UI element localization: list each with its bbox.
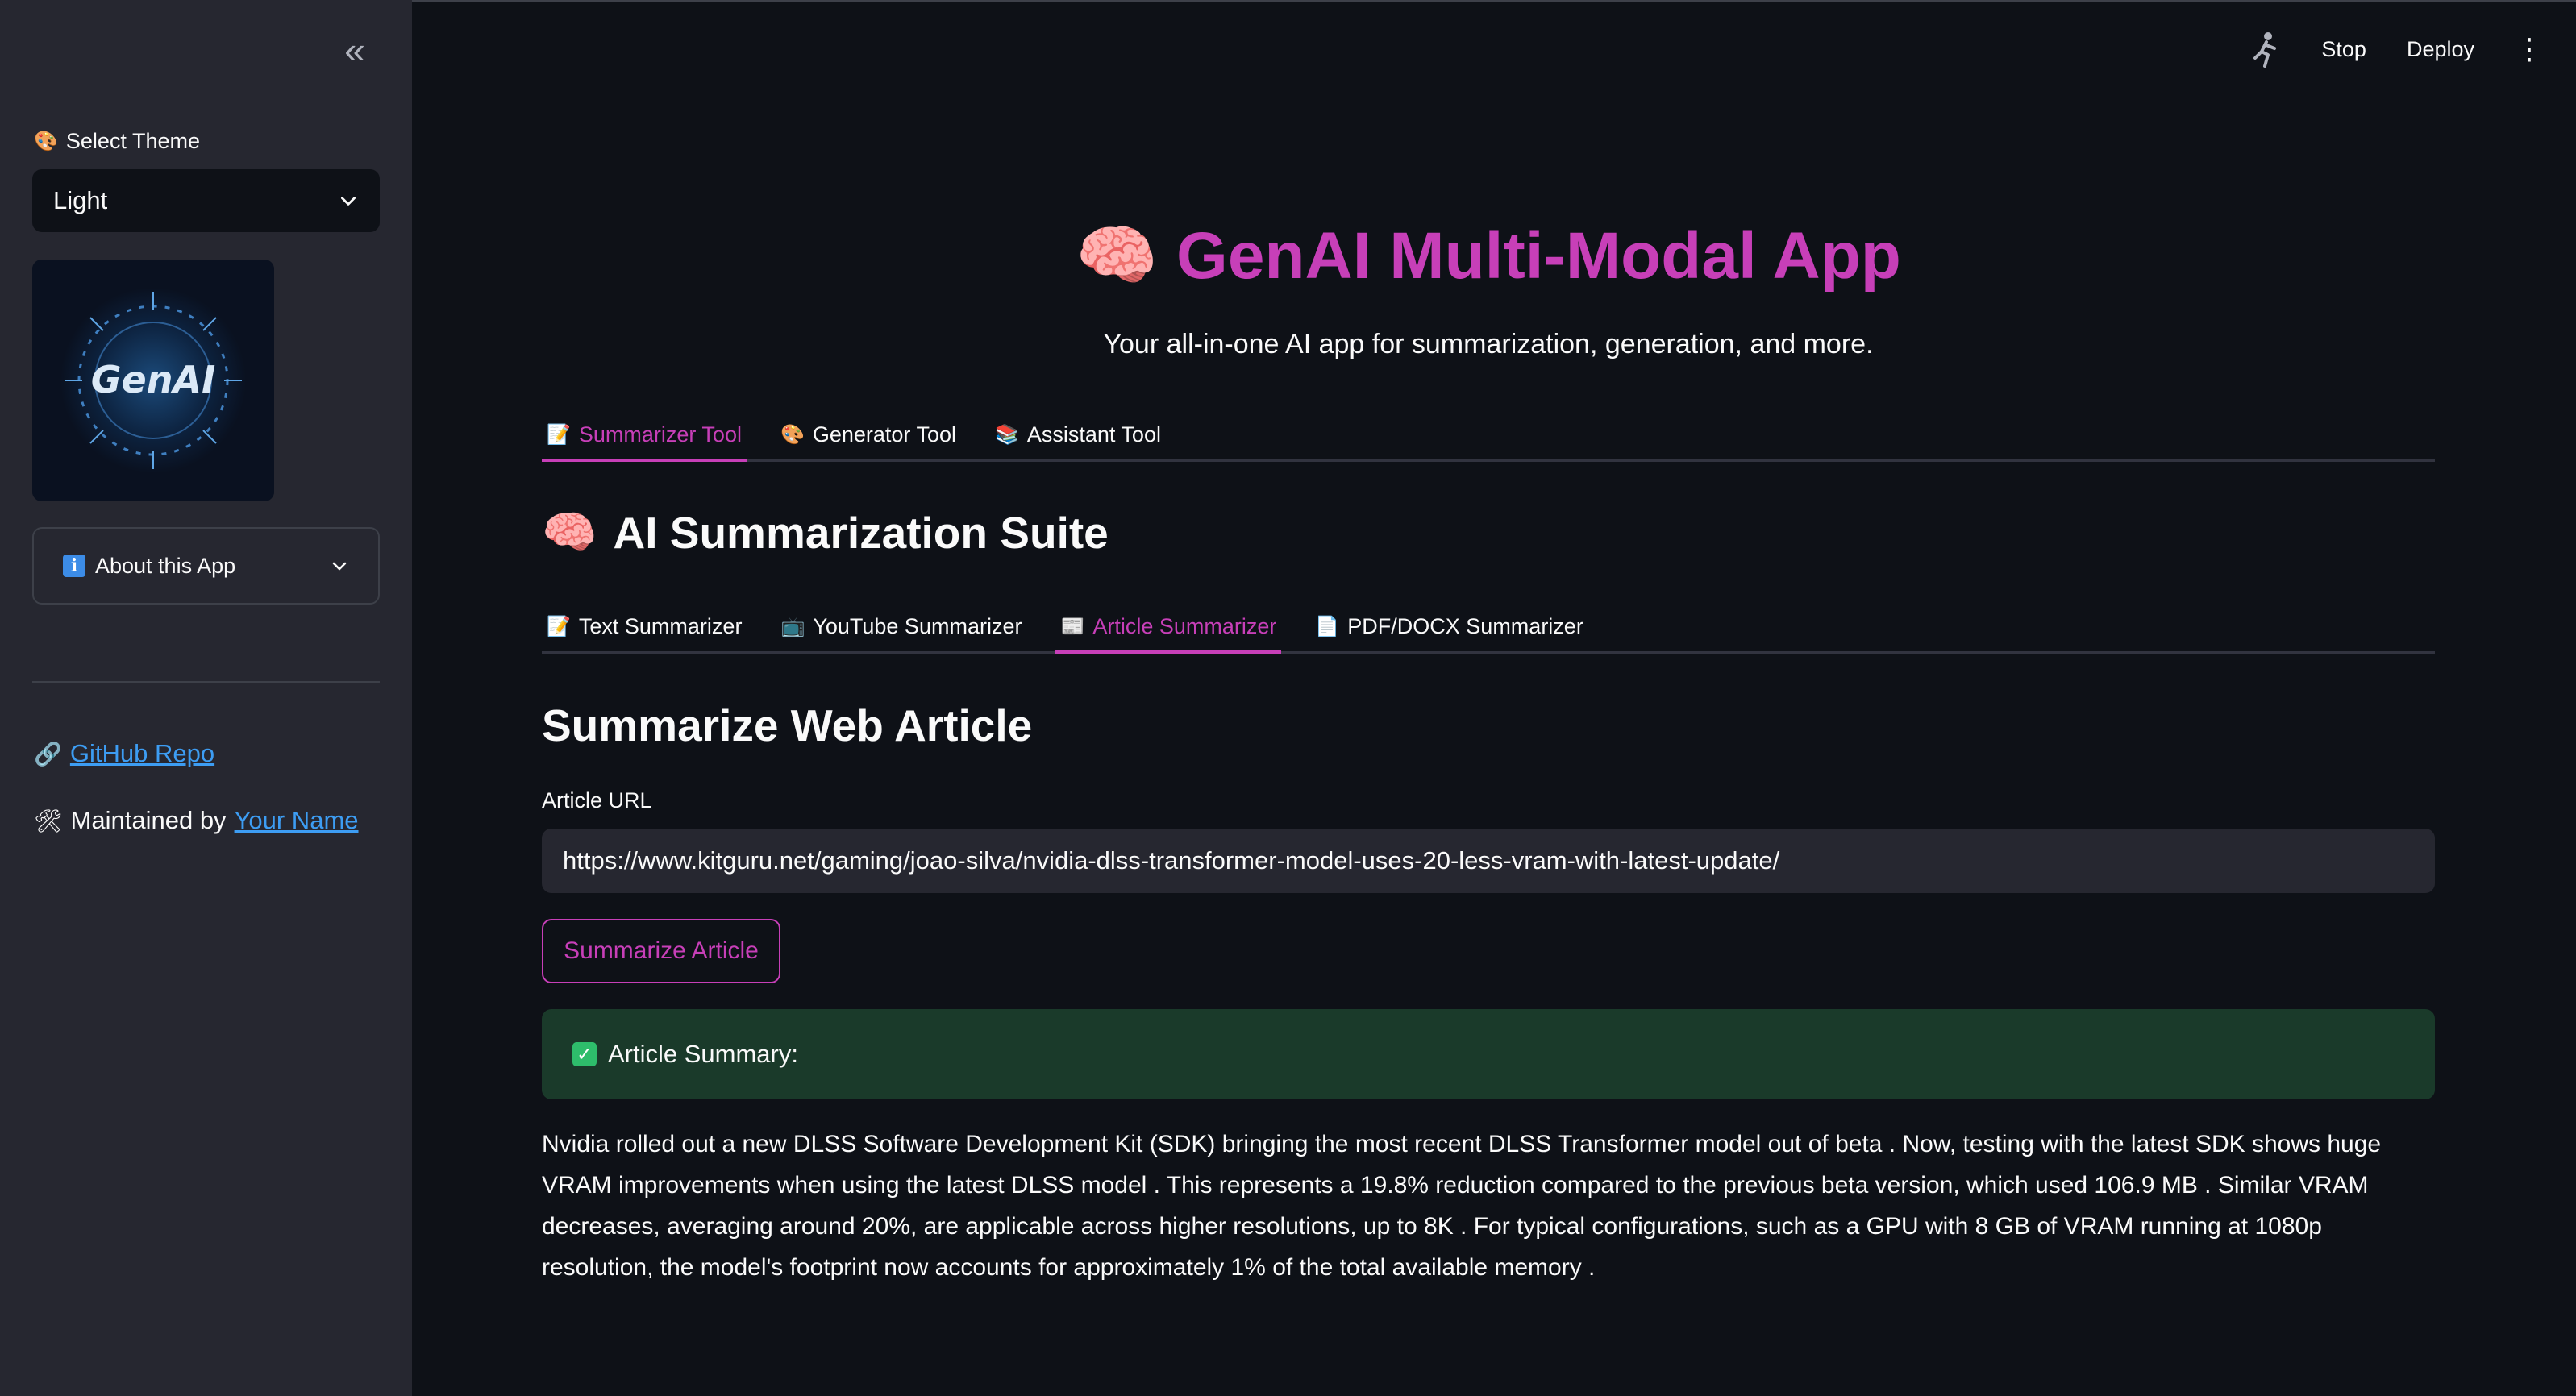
- github-repo-link[interactable]: GitHub Repo: [70, 739, 214, 768]
- github-line: 🔗 GitHub Repo: [34, 739, 214, 768]
- tab-article-summarizer[interactable]: 📰 Article Summarizer: [1055, 601, 1282, 654]
- tab-generator-tool[interactable]: 🎨 Generator Tool: [776, 409, 961, 459]
- memo-icon: 📝: [547, 423, 571, 446]
- section-title-text: AI Summarization Suite: [613, 507, 1109, 558]
- maintainer-link[interactable]: Your Name: [235, 806, 359, 835]
- genai-logo-graphic: GenAI: [32, 260, 274, 501]
- maintained-prefix: Maintained by: [70, 806, 227, 834]
- about-app-label: About this App: [95, 553, 236, 578]
- deploy-button[interactable]: Deploy: [2407, 37, 2474, 62]
- summarize-article-button[interactable]: Summarize Article: [542, 919, 780, 983]
- main-menu-icon[interactable]: ⋮: [2515, 35, 2544, 64]
- brain-icon: 🧠: [542, 507, 597, 557]
- app-subtitle: Your all-in-one AI app for summarization…: [1103, 329, 1874, 359]
- logo-text: GenAI: [91, 358, 215, 401]
- outer-tab-bar: 📝 Summarizer Tool 🎨 Generator Tool 📚 Ass…: [542, 409, 2435, 462]
- tv-icon: 📺: [780, 615, 805, 638]
- tab-label: Generator Tool: [812, 422, 956, 447]
- tools-icon: 🛠: [34, 808, 63, 833]
- tab-label: YouTube Summarizer: [813, 613, 1022, 638]
- brain-icon: 🧠: [1076, 219, 1159, 293]
- collapse-sidebar-button[interactable]: «: [335, 29, 375, 71]
- maintained-line: 🛠 Maintained by Your Name: [34, 806, 359, 835]
- newspaper-icon: 📰: [1060, 615, 1085, 638]
- chevron-down-icon: [341, 197, 356, 206]
- success-label: Article Summary:: [608, 1040, 798, 1068]
- subheader: Summarize Web Article: [542, 700, 1033, 750]
- tab-label: Text Summarizer: [578, 613, 743, 638]
- info-icon: i: [63, 555, 85, 577]
- tab-summarizer-tool[interactable]: 📝 Summarizer Tool: [542, 409, 747, 462]
- section-title: 🧠 AI Summarization Suite: [542, 506, 1109, 559]
- app-title: 🧠 GenAI Multi-Modal App: [542, 218, 2435, 295]
- theme-select-value: Light: [53, 186, 108, 214]
- document-icon: 📄: [1315, 615, 1340, 638]
- chevron-down-icon: [332, 562, 347, 571]
- palette-icon: 🎨: [780, 423, 805, 446]
- sidebar: « 🎨 Select Theme Light GenAI i About thi…: [0, 0, 412, 1396]
- tab-text-summarizer[interactable]: 📝 Text Summarizer: [542, 601, 747, 651]
- about-app-expander[interactable]: i About this App: [32, 527, 380, 605]
- success-alert: ✓ Article Summary:: [542, 1009, 2435, 1099]
- theme-label-text: Select Theme: [65, 129, 200, 153]
- header-actions: Stop Deploy ⋮: [2249, 31, 2544, 68]
- palette-icon: 🎨: [34, 131, 58, 152]
- inner-tab-bar: 📝 Text Summarizer 📺 YouTube Summarizer 📰…: [542, 601, 2435, 654]
- tab-assistant-tool[interactable]: 📚 Assistant Tool: [990, 409, 1166, 459]
- link-icon: 🔗: [34, 741, 62, 767]
- check-icon: ✓: [572, 1042, 597, 1066]
- sidebar-divider: [32, 681, 380, 683]
- tab-pdf-docx-summarizer[interactable]: 📄 PDF/DOCX Summarizer: [1310, 601, 1588, 651]
- tab-youtube-summarizer[interactable]: 📺 YouTube Summarizer: [776, 601, 1026, 651]
- article-summary-text: Nvidia rolled out a new DLSS Software De…: [542, 1131, 2382, 1281]
- genai-logo-image: GenAI: [32, 260, 274, 501]
- tab-label: Summarizer Tool: [578, 422, 742, 447]
- double-chevron-left-icon: «: [344, 29, 365, 71]
- memo-icon: 📝: [547, 615, 571, 638]
- books-icon: 📚: [994, 423, 1019, 446]
- article-url-input[interactable]: [542, 829, 2435, 893]
- theme-select[interactable]: Light: [32, 169, 380, 232]
- tab-label: Assistant Tool: [1026, 422, 1161, 447]
- running-man-icon: [2253, 32, 2277, 68]
- article-url-label: Article URL: [542, 788, 652, 812]
- theme-label: 🎨 Select Theme: [34, 129, 200, 154]
- stop-button[interactable]: Stop: [2321, 37, 2366, 62]
- tab-label: PDF/DOCX Summarizer: [1347, 613, 1583, 638]
- app-title-text: GenAI Multi-Modal App: [1176, 219, 1901, 293]
- tab-label: Article Summarizer: [1092, 613, 1277, 638]
